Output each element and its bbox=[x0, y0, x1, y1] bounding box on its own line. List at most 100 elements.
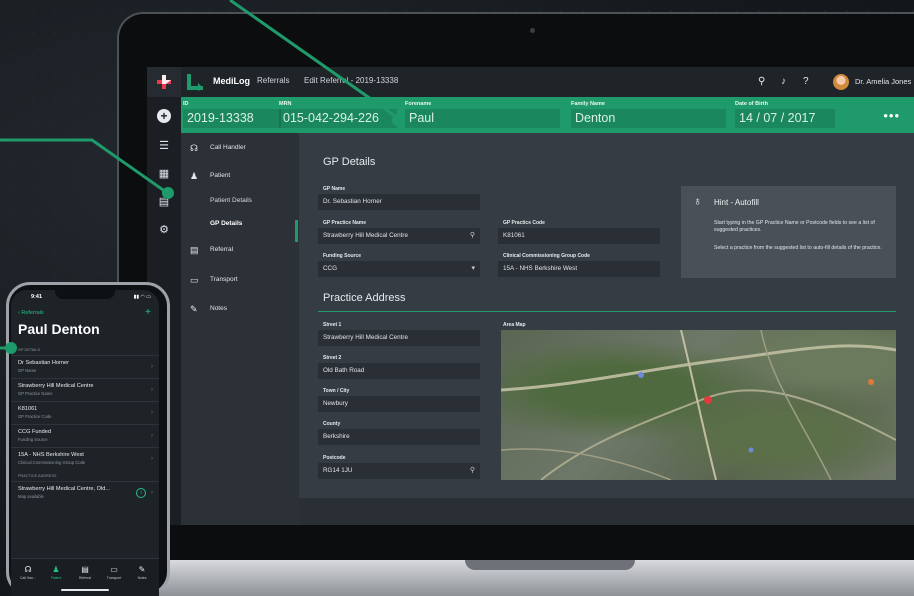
menu-notes-label: Notes bbox=[210, 305, 227, 312]
practice-name-field[interactable]: Strawberry Hill Medical Centre ⚲ bbox=[318, 228, 480, 244]
county-field[interactable]: Berkshire bbox=[318, 429, 480, 445]
menu-patient-details[interactable]: Patient Details bbox=[210, 197, 252, 204]
user-name[interactable]: Dr. Amelia Jones bbox=[855, 77, 911, 86]
search-icon[interactable]: ⚲ bbox=[470, 228, 475, 244]
nav-edit-referral[interactable]: Edit Referral - 2019-13338 bbox=[304, 76, 398, 85]
town-field[interactable]: Newbury bbox=[318, 396, 480, 412]
person-icon: ♟ bbox=[52, 565, 60, 574]
clipboard-icon: ▤ bbox=[81, 565, 89, 574]
list-icon[interactable]: ☰ bbox=[147, 133, 181, 157]
headset-icon: ☊ bbox=[24, 565, 32, 574]
list-item-title: Strawberry Hill Medical Centre bbox=[18, 383, 94, 389]
menu-gp-details[interactable]: GP Details bbox=[210, 220, 242, 227]
help-icon[interactable]: ? bbox=[803, 76, 809, 87]
lightbulb-icon: ♁ bbox=[693, 194, 702, 208]
map-label: Area Map bbox=[503, 322, 526, 328]
funding-value: CCG bbox=[323, 265, 337, 272]
practice-name-label: GP Practice Name bbox=[323, 220, 366, 226]
address-section-header: PRACTICE ADDRESS bbox=[18, 474, 57, 478]
family-name-label: Family Name bbox=[571, 101, 605, 107]
list-item[interactable]: Dr Sebastian Horner GP Name › bbox=[11, 355, 159, 379]
phone-title: Paul Denton bbox=[18, 321, 100, 337]
app-brand[interactable]: MediLog bbox=[213, 76, 250, 86]
practice-address-heading: Practice Address bbox=[323, 292, 406, 304]
street1-label: Street 1 bbox=[323, 322, 342, 328]
street2-field[interactable]: Old Bath Road bbox=[318, 363, 480, 379]
tab-referral[interactable]: ▤ Referral bbox=[72, 565, 98, 580]
section-divider bbox=[318, 311, 896, 312]
id-value[interactable]: 2019-13338 bbox=[183, 109, 281, 128]
chevron-right-icon: › bbox=[151, 410, 153, 416]
hint-paragraph-1: Start typing in the GP Practice Name or … bbox=[714, 220, 875, 233]
settings-icon[interactable]: ⚙ bbox=[147, 217, 181, 241]
menu-call-handler[interactable]: ☊ Call Handler bbox=[181, 137, 299, 159]
ccg-field[interactable]: 15A - NHS Berkshire West bbox=[498, 261, 660, 277]
bell-icon[interactable]: ♪ bbox=[781, 76, 786, 87]
ccg-value: 15A - NHS Berkshire West bbox=[503, 265, 578, 272]
funding-label: Funding Source bbox=[323, 253, 362, 259]
mrn-field: MRN 015-042-294-226 bbox=[279, 101, 397, 128]
family-name-field: Family Name Denton bbox=[571, 101, 726, 128]
phone-time: 9:41 bbox=[31, 294, 43, 300]
town-label: Town / City bbox=[323, 388, 350, 394]
clipboard-icon: ▤ bbox=[190, 245, 199, 255]
postcode-label: Postcode bbox=[323, 455, 346, 461]
family-name-value[interactable]: Denton bbox=[571, 109, 726, 128]
list-item[interactable]: CCG Funded Funding Source › bbox=[11, 424, 159, 448]
add-icon[interactable]: + bbox=[157, 109, 171, 123]
menu-call-handler-label: Call Handler bbox=[210, 144, 246, 151]
more-icon[interactable]: ••• bbox=[883, 108, 900, 123]
menu-notes[interactable]: ✎ Notes bbox=[181, 298, 299, 320]
tab-notes[interactable]: ✎ Notes bbox=[129, 565, 155, 580]
back-button[interactable]: ‹ Referrals bbox=[18, 310, 44, 316]
address-row[interactable]: Strawberry Hill Medical Centre, Old... M… bbox=[11, 481, 159, 505]
tab-transport[interactable]: ▭ Transport bbox=[101, 565, 127, 580]
pencil-icon: ✎ bbox=[190, 304, 198, 314]
list-item[interactable]: K81061 GP Practice Code › bbox=[11, 401, 159, 425]
phone-notch bbox=[55, 290, 115, 299]
tab-patient[interactable]: ♟ Patient bbox=[43, 565, 69, 580]
add-icon[interactable]: + bbox=[145, 307, 151, 318]
nav-referrals[interactable]: Referrals bbox=[257, 76, 289, 85]
tab-label: Call Han... bbox=[20, 576, 36, 580]
list-item[interactable]: Strawberry Hill Medical Centre GP Practi… bbox=[11, 378, 159, 402]
dob-value[interactable]: 14 / 07 / 2017 bbox=[735, 109, 835, 128]
side-menu: ☊ Call Handler ♟ Patient Patient Details… bbox=[181, 133, 299, 525]
search-icon[interactable]: ⚲ bbox=[470, 463, 475, 479]
map-pin-icon[interactable] bbox=[704, 396, 712, 404]
back-label: Referrals bbox=[21, 310, 44, 316]
forename-field: Forename Paul bbox=[405, 101, 560, 128]
tab-bar: ☊ Call Han... ♟ Patient ▤ Referral ▭ Tra… bbox=[11, 558, 159, 596]
menu-patient[interactable]: ♟ Patient bbox=[181, 165, 299, 187]
area-map[interactable] bbox=[501, 330, 896, 480]
menu-referral[interactable]: ▤ Referral bbox=[181, 239, 299, 261]
webcam bbox=[530, 28, 535, 33]
list-item-subtitle: GP Name bbox=[18, 368, 37, 373]
document-icon[interactable]: ▤ bbox=[147, 189, 181, 213]
ccg-label: Clinical Commissioning Group Code bbox=[503, 253, 590, 259]
ambulance-icon: ▭ bbox=[110, 565, 118, 574]
funding-select[interactable]: CCG ▾ bbox=[318, 261, 480, 277]
gp-name-field[interactable]: Dr. Sebastian Horner bbox=[318, 194, 480, 210]
mrn-value[interactable]: 015-042-294-226 bbox=[279, 109, 397, 128]
menu-transport[interactable]: ▭ Transport bbox=[181, 269, 299, 291]
info-icon[interactable]: i bbox=[136, 488, 146, 498]
postcode-field[interactable]: RG14 1JU ⚲ bbox=[318, 463, 480, 479]
tab-label: Referral bbox=[78, 576, 92, 580]
list-item[interactable]: 15A - NHS Berkshire West Clinical Commis… bbox=[11, 447, 159, 471]
active-indicator bbox=[295, 220, 298, 242]
street1-field[interactable]: Strawberry Hill Medical Centre bbox=[318, 330, 480, 346]
app-logo[interactable] bbox=[147, 67, 181, 97]
search-icon[interactable]: ⚲ bbox=[758, 76, 765, 87]
tab-call-handler[interactable]: ☊ Call Han... bbox=[15, 565, 41, 580]
chevron-down-icon: ▾ bbox=[471, 265, 475, 272]
calendar-icon[interactable]: ▦ bbox=[147, 161, 181, 185]
phone-screen: 9:41 ▮▮ ◠ ▭ ‹ Referrals + Paul Denton GP… bbox=[11, 290, 159, 596]
avatar[interactable] bbox=[833, 74, 849, 90]
practice-code-field[interactable]: K81061 bbox=[498, 228, 660, 244]
chevron-right-icon: › bbox=[151, 433, 153, 439]
menu-referral-label: Referral bbox=[210, 246, 234, 253]
forename-value[interactable]: Paul bbox=[405, 109, 560, 128]
list-item-title: 15A - NHS Berkshire West bbox=[18, 452, 84, 458]
street1-value: Strawberry Hill Medical Centre bbox=[323, 334, 409, 341]
